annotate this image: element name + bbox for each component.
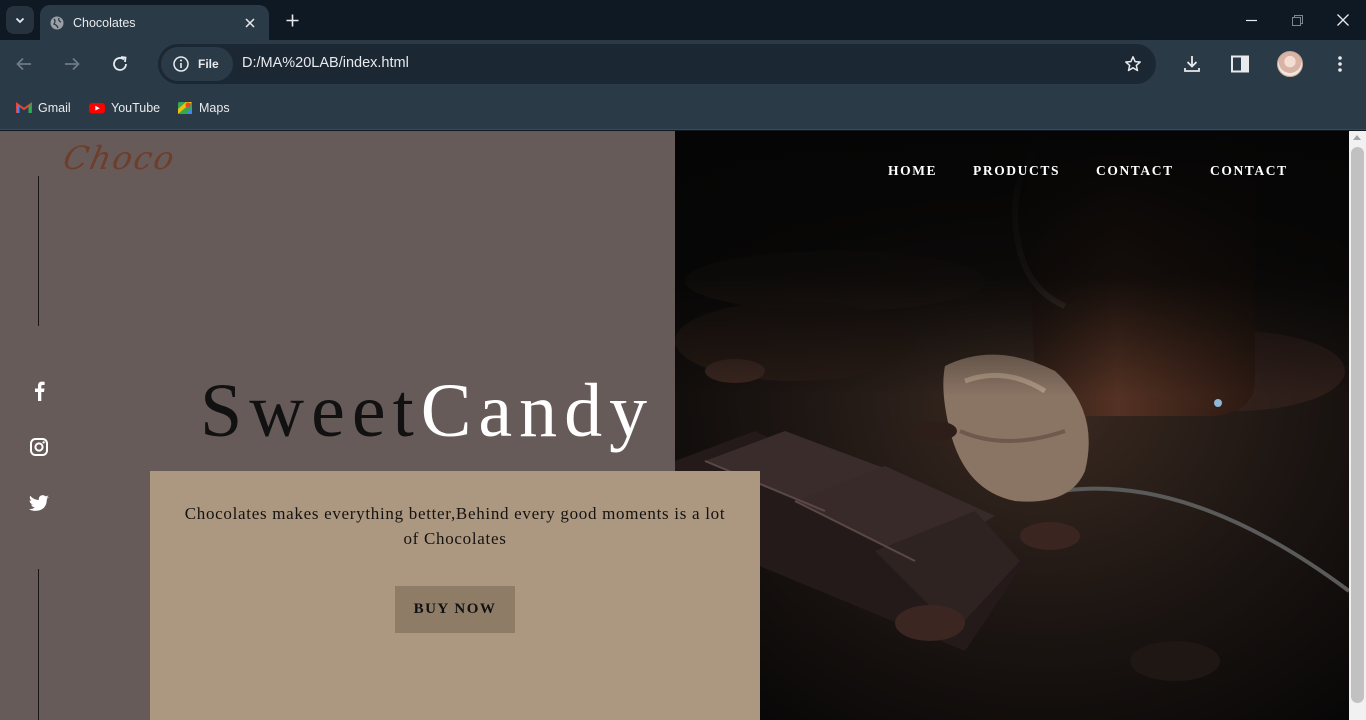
twitter-icon: [29, 495, 49, 511]
forward-button[interactable]: [56, 48, 88, 80]
restore-icon: [1291, 14, 1303, 26]
nav-contact[interactable]: CONTACT: [1096, 163, 1174, 179]
minimize-button[interactable]: [1228, 0, 1274, 40]
url-text[interactable]: D:/MA%20LAB/index.html: [242, 55, 409, 71]
bookmark-youtube[interactable]: YouTube: [89, 100, 160, 116]
chevron-down-icon: [15, 17, 25, 24]
back-button[interactable]: [8, 48, 40, 80]
promo-card: Chocolates makes everything better,Behin…: [150, 471, 760, 720]
address-bar[interactable]: File D:/MA%20LAB/index.html: [158, 44, 1156, 84]
bookmarks-bar: Gmail YouTube Maps: [0, 88, 1366, 130]
browser-toolbar: File D:/MA%20LAB/index.html: [0, 40, 1366, 88]
bookmark-star-button[interactable]: [1122, 53, 1144, 75]
hero-chocolate-photo: [675, 131, 1349, 720]
globe-icon: [49, 15, 65, 31]
side-panel-icon: [1231, 55, 1249, 73]
bookmark-label: YouTube: [111, 101, 161, 115]
divider-line-bottom: [38, 569, 39, 720]
close-icon: [245, 17, 255, 28]
scroll-thumb[interactable]: [1351, 147, 1364, 703]
close-icon: [1337, 14, 1349, 26]
twitter-link[interactable]: [24, 488, 54, 518]
star-icon: [1125, 56, 1141, 72]
page-scrollbar[interactable]: [1349, 131, 1366, 720]
site-info-chip[interactable]: File: [161, 47, 233, 81]
scroll-up-arrow[interactable]: [1353, 135, 1361, 140]
download-icon: [1184, 56, 1200, 72]
active-tab[interactable]: Chocolates: [40, 5, 269, 40]
tab-close-button[interactable]: [241, 14, 259, 32]
instagram-link[interactable]: [24, 432, 54, 462]
menu-button[interactable]: [1326, 50, 1354, 78]
close-window-button[interactable]: [1320, 0, 1366, 40]
bookmark-label: Maps: [199, 101, 230, 115]
bookmark-gmail[interactable]: Gmail: [16, 100, 71, 116]
side-panel-button[interactable]: [1226, 50, 1254, 78]
maps-icon: [177, 100, 193, 116]
reload-icon: [113, 56, 127, 71]
facebook-link[interactable]: [24, 376, 54, 406]
arrow-left-icon: [16, 57, 31, 71]
plus-icon: [286, 14, 298, 26]
site-chip-label: File: [198, 57, 219, 71]
divider-line-top: [38, 176, 39, 326]
nav-home[interactable]: HOME: [888, 163, 937, 179]
youtube-icon: [89, 100, 105, 116]
tab-strip: Chocolates: [0, 0, 1366, 40]
headline-candy: Candy: [420, 369, 655, 453]
restore-button[interactable]: [1274, 0, 1320, 40]
downloads-button[interactable]: [1178, 50, 1206, 78]
tab-title: Chocolates: [73, 15, 136, 30]
tagline-text: Chocolates makes everything better,Behin…: [184, 504, 726, 548]
facebook-icon: [34, 381, 45, 401]
more-vertical-icon: [1338, 56, 1342, 72]
profile-avatar[interactable]: [1277, 51, 1303, 77]
nav-products[interactable]: PRODUCTS: [973, 163, 1060, 179]
new-tab-button[interactable]: [280, 8, 304, 32]
instagram-icon: [30, 438, 48, 456]
reload-button[interactable]: [104, 48, 136, 80]
nav-contact-2[interactable]: CONTACT: [1210, 163, 1288, 179]
gmail-icon: [16, 100, 32, 116]
minimize-icon: [1245, 19, 1257, 21]
tab-search-button[interactable]: [6, 6, 34, 34]
info-icon: [173, 56, 189, 72]
page-viewport: Choco SweetCandy HOME PRODUCTS CONTACT C…: [0, 131, 1349, 720]
buy-now-button[interactable]: BUY NOW: [395, 586, 515, 633]
arrow-right-icon: [65, 57, 80, 71]
headline-sweet: Sweet: [200, 369, 421, 453]
chocolate-photo-graphic: [675, 131, 1349, 720]
bookmark-maps[interactable]: Maps: [177, 100, 230, 116]
site-logo[interactable]: Choco: [60, 139, 180, 177]
bookmark-label: Gmail: [38, 101, 71, 115]
hero-headline: SweetCandy: [200, 373, 654, 449]
